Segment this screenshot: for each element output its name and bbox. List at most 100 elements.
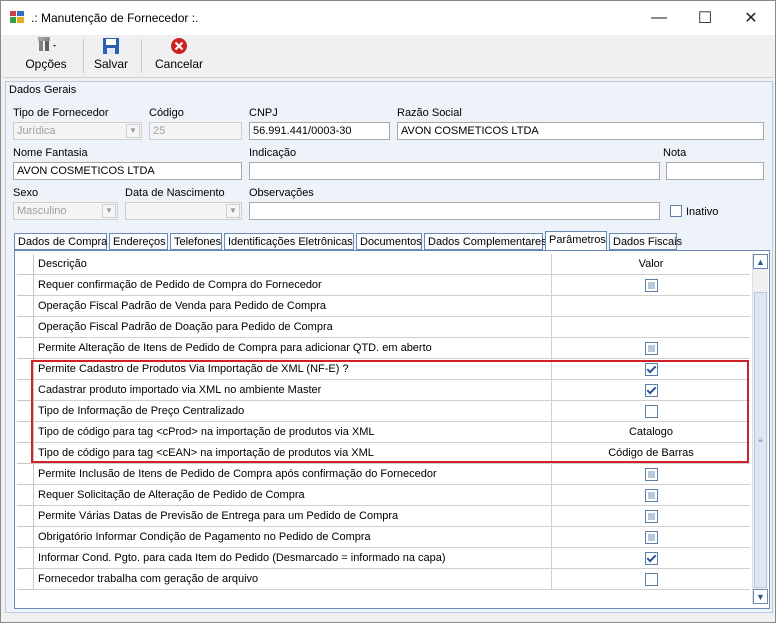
table-row[interactable]: Operação Fiscal Padrão de Venda para Ped… bbox=[17, 296, 750, 317]
options-label: Opções bbox=[25, 57, 67, 71]
table-row[interactable]: Obrigatório Informar Condição de Pagamen… bbox=[17, 527, 750, 548]
row-header[interactable] bbox=[17, 422, 34, 443]
value-checkbox[interactable] bbox=[644, 384, 658, 397]
indication-field[interactable] bbox=[249, 162, 660, 180]
notes-label: Observações bbox=[249, 187, 314, 199]
toolbar-separator bbox=[83, 39, 84, 73]
table-row[interactable]: Permite Alteração de Itens de Pedido de … bbox=[17, 338, 750, 359]
tab-dados-de-compra[interactable]: Dados de Compra bbox=[14, 233, 107, 250]
cell-descricao: Fornecedor trabalha com geração de arqui… bbox=[34, 569, 552, 590]
value-checkbox[interactable] bbox=[644, 468, 658, 481]
cell-valor[interactable] bbox=[552, 296, 750, 317]
value-checkbox[interactable] bbox=[644, 552, 658, 565]
cell-valor[interactable] bbox=[552, 569, 750, 590]
row-header[interactable] bbox=[17, 359, 34, 380]
sex-value: Masculino bbox=[17, 205, 67, 217]
cell-valor[interactable]: Catalogo bbox=[552, 422, 750, 443]
trade-name-field[interactable]: AVON COSMETICOS LTDA bbox=[13, 162, 242, 180]
scroll-thumb[interactable]: ≡ bbox=[754, 292, 767, 588]
minimize-button[interactable]: — bbox=[636, 1, 682, 35]
column-header-valor[interactable]: Valor bbox=[552, 254, 750, 275]
maximize-button[interactable]: ☐ bbox=[682, 1, 728, 35]
table-row[interactable]: Informar Cond. Pgto. para cada Item do P… bbox=[17, 548, 750, 569]
rating-label: Nota bbox=[663, 147, 687, 159]
cell-valor[interactable] bbox=[552, 380, 750, 401]
column-header-descricao[interactable]: Descrição bbox=[34, 254, 552, 275]
birth-date-label: Data de Nascimento bbox=[125, 187, 225, 199]
table-row[interactable]: Requer confirmação de Pedido de Compra d… bbox=[17, 275, 750, 296]
chevron-down-icon: ▼ bbox=[102, 204, 116, 218]
row-header[interactable] bbox=[17, 401, 34, 422]
value-checkbox[interactable] bbox=[644, 510, 658, 523]
cell-valor[interactable] bbox=[552, 506, 750, 527]
close-button[interactable]: ✕ bbox=[728, 1, 774, 35]
table-row[interactable]: Permite Cadastro de Produtos Via Importa… bbox=[17, 359, 750, 380]
vertical-scrollbar[interactable]: ▲ ≡ ▼ bbox=[752, 254, 768, 604]
cell-valor[interactable] bbox=[552, 338, 750, 359]
birth-date-picker[interactable]: ▼ bbox=[125, 202, 242, 220]
options-button[interactable]: Opções bbox=[15, 37, 77, 75]
table-row[interactable]: Tipo de código para tag <cProd> na impor… bbox=[17, 422, 750, 443]
value-checkbox[interactable] bbox=[644, 573, 658, 586]
scroll-up-arrow-icon[interactable]: ▲ bbox=[753, 254, 768, 269]
table-row[interactable]: Fornecedor trabalha com geração de arqui… bbox=[17, 569, 750, 590]
row-header[interactable] bbox=[17, 443, 34, 464]
save-label: Salvar bbox=[93, 57, 128, 71]
cell-valor[interactable] bbox=[552, 359, 750, 380]
cell-valor[interactable] bbox=[552, 527, 750, 548]
sex-select[interactable]: Masculino ▼ bbox=[13, 202, 118, 220]
value-checkbox[interactable] bbox=[644, 279, 658, 292]
supplier-type-select[interactable]: Jurídica ▼ bbox=[13, 122, 142, 140]
row-header[interactable] bbox=[17, 275, 34, 296]
value-checkbox[interactable] bbox=[644, 342, 658, 355]
tab-identificacoes-eletronicas[interactable]: Identificações Eletrônicas bbox=[224, 233, 354, 250]
cell-valor[interactable] bbox=[552, 485, 750, 506]
cell-valor[interactable] bbox=[552, 548, 750, 569]
row-header[interactable] bbox=[17, 317, 34, 338]
cell-valor[interactable] bbox=[552, 401, 750, 422]
table-row[interactable]: Tipo de código para tag <cEAN> na import… bbox=[17, 443, 750, 464]
row-header[interactable] bbox=[17, 548, 34, 569]
tab-dados-complementares[interactable]: Dados Complementares bbox=[424, 233, 547, 250]
cell-valor[interactable] bbox=[552, 464, 750, 485]
row-header-corner bbox=[17, 254, 34, 275]
row-header[interactable] bbox=[17, 338, 34, 359]
value-checkbox[interactable] bbox=[644, 405, 658, 418]
cancel-button[interactable]: Cancelar bbox=[149, 37, 209, 75]
table-row[interactable]: Operação Fiscal Padrão de Doação para Pe… bbox=[17, 317, 750, 338]
row-header[interactable] bbox=[17, 506, 34, 527]
row-header[interactable] bbox=[17, 380, 34, 401]
table-row[interactable]: Cadastrar produto importado via XML no a… bbox=[17, 380, 750, 401]
row-header[interactable] bbox=[17, 485, 34, 506]
table-row[interactable]: Permite Várias Datas de Previsão de Entr… bbox=[17, 506, 750, 527]
value-checkbox[interactable] bbox=[644, 489, 658, 502]
notes-field[interactable] bbox=[249, 202, 660, 220]
save-button[interactable]: Salvar bbox=[89, 37, 133, 75]
rating-field[interactable] bbox=[666, 162, 764, 180]
table-row[interactable]: Tipo de Informação de Preço Centralizado bbox=[17, 401, 750, 422]
code-field[interactable]: 25 bbox=[149, 122, 242, 140]
inactive-checkbox[interactable] bbox=[670, 205, 682, 217]
tab-parametros[interactable]: Parâmetros bbox=[545, 231, 607, 251]
tab-telefones[interactable]: Telefones bbox=[170, 233, 222, 250]
tab-dados-fiscais[interactable]: Dados Fiscais bbox=[609, 233, 682, 250]
cell-descricao: Tipo de código para tag <cEAN> na import… bbox=[34, 443, 552, 464]
table-row[interactable]: Requer Solicitação de Alteração de Pedid… bbox=[17, 485, 750, 506]
parameters-grid: Descrição Valor Requer confirmação de Pe… bbox=[17, 254, 750, 604]
cell-valor[interactable] bbox=[552, 317, 750, 338]
chevron-down-icon: ▼ bbox=[226, 204, 240, 218]
row-header[interactable] bbox=[17, 569, 34, 590]
company-name-field[interactable]: AVON COSMETICOS LTDA bbox=[397, 122, 764, 140]
cell-valor[interactable]: Código de Barras bbox=[552, 443, 750, 464]
cell-valor[interactable] bbox=[552, 275, 750, 296]
value-checkbox[interactable] bbox=[644, 531, 658, 544]
cnpj-field[interactable]: 56.991.441/0003-30 bbox=[249, 122, 390, 140]
tab-enderecos[interactable]: Endereços bbox=[109, 233, 168, 250]
row-header[interactable] bbox=[17, 464, 34, 485]
table-row[interactable]: Permite Inclusão de Itens de Pedido de C… bbox=[17, 464, 750, 485]
value-checkbox[interactable] bbox=[644, 363, 658, 376]
tab-documentos[interactable]: Documentos bbox=[356, 233, 422, 250]
row-header[interactable] bbox=[17, 527, 34, 548]
scroll-down-arrow-icon[interactable]: ▼ bbox=[753, 589, 768, 604]
row-header[interactable] bbox=[17, 296, 34, 317]
